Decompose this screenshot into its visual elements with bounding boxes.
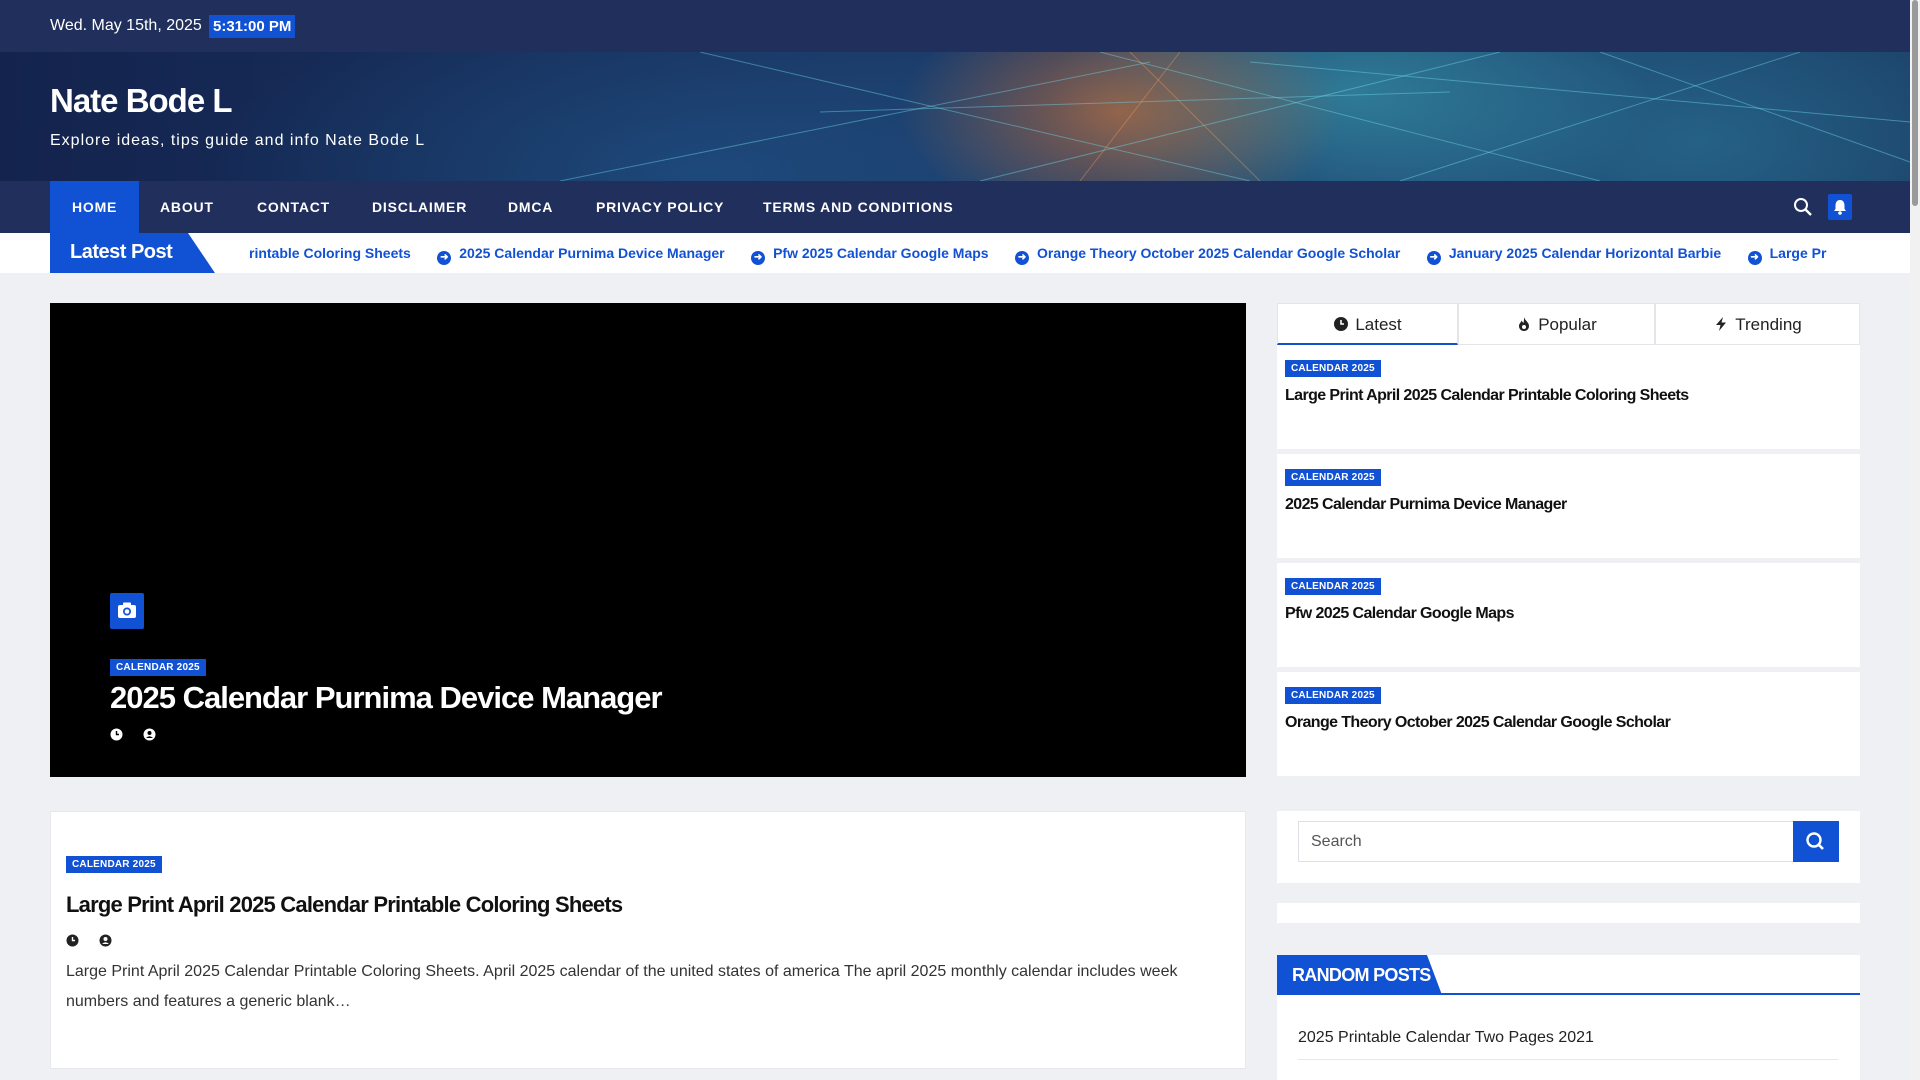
arrow-right-icon: ➜ [1747,251,1762,265]
ticker-item[interactable]: ➜ 2025 Calendar Purnima Device Manager [437,233,725,273]
side-post-title[interactable]: 2025 Calendar Purnima Device Manager [1285,496,1567,514]
current-date: Wed. May 15th, 2025 [50,17,202,34]
ticker-item[interactable]: ➜ Orange Theory October 2025 Calendar Goo… [1015,233,1400,273]
search-icon [1806,832,1824,850]
latest-post-ticker: Latest Post rintable Coloring Sheets ➜ 20… [0,233,1910,273]
list-item[interactable]: CALENDAR 2025 2025 Calendar Purnima Devi… [1277,454,1860,558]
posts-tabs: Latest Popular Trending [1277,303,1860,345]
nav-item-disclaimer[interactable]: DISCLAIMER [350,181,489,233]
nav-item-contact[interactable]: CONTACT [235,181,352,233]
category-badge[interactable]: CALENDAR 2025 [66,856,162,873]
site-description: Explore ideas, tips guide and info Nate … [50,132,426,149]
empty-widget [1277,903,1860,923]
category-badge[interactable]: CALENDAR 2025 [110,659,206,676]
bell-icon [1834,200,1846,215]
list-item[interactable]: CALENDAR 2025 Orange Theory October 2025… [1277,672,1860,776]
category-badge[interactable]: CALENDAR 2025 [1285,578,1381,595]
side-post-title[interactable]: Large Print April 2025 Calendar Printabl… [1285,387,1689,405]
search-button[interactable] [1793,821,1839,862]
category-badge[interactable]: CALENDAR 2025 [1285,360,1381,377]
search-icon[interactable] [1793,197,1813,217]
post-meta [66,934,112,947]
scrollbar[interactable] [1910,0,1920,1080]
list-item[interactable]: CALENDAR 2025 Large Print April 2025 Cal… [1277,345,1860,449]
arrow-right-icon: ➜ [751,251,766,265]
scrollbar-thumb[interactable] [1912,0,1918,206]
subscribe-button[interactable] [1828,194,1852,220]
ticker-item[interactable]: rintable Coloring Sheets [249,233,411,273]
ticker-item[interactable]: ➜ Large Pr [1747,233,1826,273]
side-post-title[interactable]: Pfw 2025 Calendar Google Maps [1285,605,1515,623]
header-background-lines [559,52,1910,181]
nav-item-about[interactable]: ABOUT [138,181,236,233]
post-title[interactable]: Large Print April 2025 Calendar Printabl… [66,892,623,918]
main-nav: HOME ABOUT CONTACT DISCLAIMER DMCA PRIVA… [0,181,1910,233]
nav-item-home[interactable]: HOME [50,181,140,233]
nav-item-terms-and-conditions[interactable]: TERMS AND CONDITIONS [741,181,975,233]
list-item[interactable]: CALENDAR 2025 Pfw 2025 Calendar Google M… [1277,563,1860,667]
clock-icon [1334,317,1349,331]
ticker-item[interactable]: ➜ January 2025 Calendar Horizontal Barbie [1426,233,1721,273]
top-bar: Wed. May 15th, 2025 5:31:00 PM [0,0,1910,52]
post-meta [110,728,156,741]
ticker-item[interactable]: ➜ Pfw 2025 Calendar Google Maps [751,233,989,273]
tab-latest[interactable]: Latest [1277,303,1458,345]
arrow-right-icon: ➜ [1015,251,1030,265]
tab-popular[interactable]: Popular [1458,303,1655,345]
widget-title: RANDOM POSTS [1277,955,1442,995]
fire-icon [1519,317,1530,331]
featured-title[interactable]: 2025 Calendar Purnima Device Manager [110,680,663,716]
category-badge[interactable]: CALENDAR 2025 [1285,469,1381,486]
search-input[interactable] [1298,821,1794,862]
ticker-track: rintable Coloring Sheets ➜ 2025 Calendar … [249,233,1860,273]
category-badge[interactable]: CALENDAR 2025 [1285,687,1381,704]
camera-icon [110,593,144,629]
clock-icon [110,728,123,741]
widget-header: RANDOM POSTS [1277,955,1860,995]
featured-slide[interactable]: CALENDAR 2025 2025 Calendar Purnima Devi… [50,303,1246,777]
nav-item-privacy-policy[interactable]: PRIVACY POLICY [574,181,746,233]
random-posts-widget: RANDOM POSTS 2025 Printable Calendar Two… [1277,955,1860,1080]
tab-trending[interactable]: Trending [1655,303,1860,345]
arrow-right-icon: ➜ [437,251,452,265]
site-header: Nate Bode L Explore ideas, tips guide an… [0,52,1910,181]
ticker-label: Latest Post [50,233,215,273]
user-icon [143,728,156,741]
user-icon [99,934,112,947]
search-widget [1277,811,1860,883]
bolt-icon [1716,317,1727,331]
list-item[interactable]: 2025 Printable Calendar Two Pages 2021 [1298,1029,1838,1060]
site-title[interactable]: Nate Bode L [50,82,233,120]
post-card: CALENDAR 2025 Large Print April 2025 Cal… [50,811,1246,1069]
current-time: 5:31:00 PM [209,15,296,38]
side-post-title[interactable]: Orange Theory October 2025 Calendar Goog… [1285,714,1671,732]
nav-item-dmca[interactable]: DMCA [486,181,575,233]
post-excerpt: Large Print April 2025 Calendar Printabl… [66,963,1178,1010]
clock-icon [66,934,79,947]
arrow-right-icon: ➜ [1426,251,1441,265]
